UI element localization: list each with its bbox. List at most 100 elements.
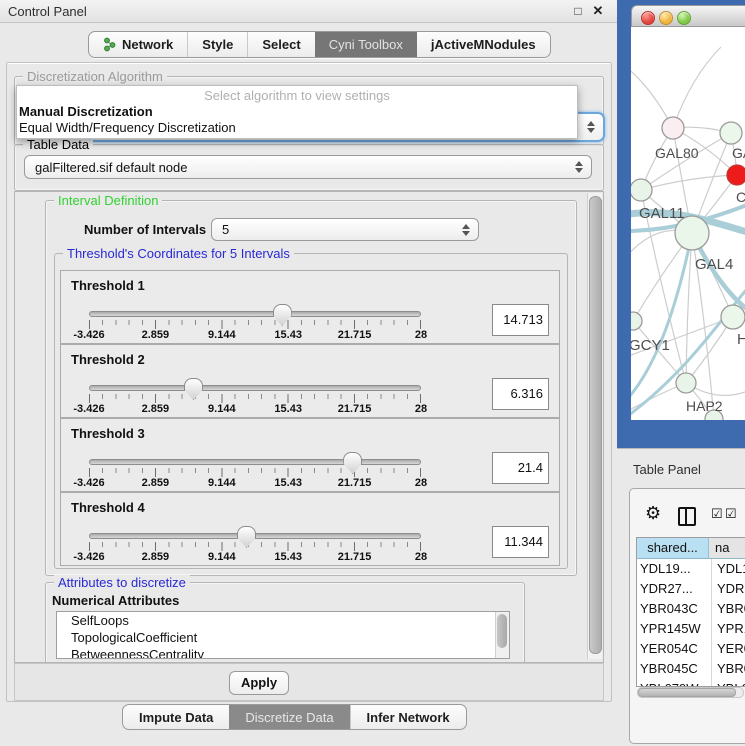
node-h[interactable] [721, 305, 745, 329]
table-row[interactable]: YBR045CYBR0 [637, 659, 745, 679]
network-canvas[interactable]: GAL80 GA C GAL11 GAL4 GCY1 H HAP2 [631, 27, 745, 420]
numerical-attributes-label: Numerical Attributes [52, 593, 179, 608]
tab-jactivemnodules[interactable]: jActiveMNodules [417, 32, 550, 57]
table-row[interactable]: YBR043CYBR0 [637, 599, 745, 619]
threshold-2-slider[interactable]: -3.426 2.859 9.144 15.43 21.715 28 [89, 385, 421, 417]
node-gal80[interactable] [662, 117, 684, 139]
scrollbar-thumb[interactable] [638, 688, 736, 697]
tab-style[interactable]: Style [187, 32, 247, 57]
node-ga[interactable] [720, 122, 742, 144]
node-gcy1[interactable] [631, 312, 642, 330]
menu-item-manual-discretization[interactable]: Manual Discretization [19, 104, 153, 119]
slider-track[interactable] [89, 385, 421, 391]
slider-major-ticks [89, 468, 421, 477]
menu-item-equal-width-frequency[interactable]: Equal Width/Frequency Discretization [19, 120, 236, 135]
tab-discretize-data-label: Discretize Data [245, 710, 333, 725]
tab-infer-network[interactable]: Infer Network [350, 705, 466, 729]
cell-shared-name[interactable]: YPR145W [637, 619, 712, 639]
cell-name[interactable]: YBR0 [712, 659, 745, 679]
tab-discretize-data[interactable]: Discretize Data [229, 705, 349, 729]
slider-tick-labels: -3.426 2.859 9.144 15.43 21.715 28 [89, 551, 421, 563]
slider-major-ticks [89, 394, 421, 403]
cell-name[interactable]: YDL1 [712, 559, 745, 579]
slider-track[interactable] [89, 311, 421, 317]
scrollbar-thumb[interactable] [497, 614, 507, 648]
threshold-4-value-input[interactable]: 11.344 [492, 526, 549, 558]
checkbox-icon[interactable]: ☑ [711, 506, 723, 522]
threshold-3-slider[interactable]: -3.426 2.859 9.144 15.43 21.715 28 [89, 459, 421, 491]
discretization-algorithm-group-label: Discretization Algorithm [23, 69, 167, 84]
tick-label: 9.144 [208, 329, 236, 341]
network-window-titlebar [631, 5, 745, 27]
cell-name[interactable]: YER0 [712, 639, 745, 659]
apply-button[interactable]: Apply [229, 671, 289, 695]
cell-shared-name[interactable]: YBR045C [637, 659, 712, 679]
threshold-2-value-input[interactable]: 6.316 [492, 378, 549, 410]
table-row[interactable]: YDR27...YDR2 [637, 579, 745, 599]
threshold-1-value-input[interactable]: 14.713 [492, 304, 549, 336]
cell-name[interactable]: YBR0 [712, 599, 745, 619]
slider-track[interactable] [89, 459, 421, 465]
tab-network[interactable]: Network [89, 32, 187, 57]
column-header-shared-name[interactable]: shared... [637, 538, 709, 558]
threshold-3-value-input[interactable]: 21.4 [492, 452, 549, 484]
threshold-1-label: Threshold 1 [71, 278, 145, 293]
close-traffic-light-icon[interactable] [641, 11, 655, 25]
table-row[interactable]: YER054CYER0 [637, 639, 745, 659]
float-window-icon[interactable]: □ [570, 3, 586, 19]
zoom-traffic-light-icon[interactable] [677, 11, 691, 25]
table-horizontal-scrollbar[interactable] [637, 687, 744, 698]
table-row[interactable]: YBL079WYBL0 [637, 679, 745, 687]
node-label: GCY1 [631, 337, 670, 354]
tab-select[interactable]: Select [247, 32, 314, 57]
node-gal11[interactable] [631, 179, 652, 201]
table-row[interactable]: YPR145WYPR1 [637, 619, 745, 639]
minimize-traffic-light-icon[interactable] [659, 11, 673, 25]
tick-label: 15.43 [274, 403, 302, 415]
table-header-row: shared... na [637, 538, 745, 559]
checkbox-icon[interactable]: ☑ [725, 506, 737, 522]
tick-label: 2.859 [142, 477, 170, 489]
node-hap2[interactable] [676, 373, 696, 393]
attributes-to-discretize-group: Attributes to discretize Numerical Attri… [45, 582, 525, 663]
tick-label: 28 [415, 329, 427, 341]
table-data-combobox-value: galFiltered.sif default node [35, 160, 187, 175]
close-icon[interactable]: ✕ [590, 3, 606, 19]
tab-cyni-toolbox[interactable]: Cyni Toolbox [315, 32, 417, 57]
tick-label: -3.426 [73, 551, 104, 563]
cell-shared-name[interactable]: YDL19... [637, 559, 712, 579]
tab-infer-network-label: Infer Network [367, 710, 450, 725]
threshold-4-slider[interactable]: -3.426 2.859 9.144 15.43 21.715 28 [89, 533, 421, 565]
attributes-group-label: Attributes to discretize [54, 575, 190, 590]
threshold-coordinates-group-label: Threshold's Coordinates for 5 Intervals [63, 246, 294, 261]
cell-name[interactable]: YPR1 [712, 619, 745, 639]
list-item-betweennesscentrality[interactable]: BetweennessCentrality [57, 646, 509, 659]
cell-shared-name[interactable]: YER054C [637, 639, 712, 659]
scrollbar-thumb[interactable] [589, 196, 602, 654]
attributes-list-scrollbar[interactable] [495, 612, 509, 658]
tab-impute-data[interactable]: Impute Data [123, 705, 229, 729]
gear-icon[interactable]: ⚙ [645, 504, 661, 522]
tab-select-label: Select [262, 37, 300, 52]
interval-definition-group: Interval Definition Number of Intervals … [45, 200, 577, 576]
list-item-selfloops[interactable]: SelfLoops [57, 612, 509, 629]
number-of-intervals-combobox[interactable]: 5 [211, 218, 479, 241]
settings-vertical-scrollbar[interactable] [587, 193, 602, 659]
threshold-1-slider[interactable]: -3.426 2.859 9.144 15.43 21.715 28 [89, 311, 421, 343]
cell-name[interactable]: YDR2 [712, 579, 745, 599]
cell-shared-name[interactable]: YBR043C [637, 599, 712, 619]
cell-shared-name[interactable]: YBL079W [637, 679, 712, 687]
table-data-combobox[interactable]: galFiltered.sif default node [24, 155, 592, 179]
column-header-name[interactable]: na [709, 538, 745, 558]
node-selected-red[interactable] [727, 165, 745, 185]
cell-name[interactable]: YBL0 [712, 679, 745, 687]
tick-label: 28 [415, 403, 427, 415]
table-data-group-label: Table Data [23, 137, 93, 152]
threshold-1-panel: Threshold 1 -3.426 2.859 9.144 15.43 [60, 270, 560, 344]
tick-label: 21.715 [338, 329, 372, 341]
network-graph: GAL80 GA C GAL11 GAL4 GCY1 H HAP2 [631, 27, 745, 420]
split-columns-icon[interactable] [678, 507, 696, 526]
list-item-topologicalcoefficient[interactable]: TopologicalCoefficient [57, 629, 509, 646]
cell-shared-name[interactable]: YDR27... [637, 579, 712, 599]
table-row[interactable]: YDL19...YDL1 [637, 559, 745, 579]
